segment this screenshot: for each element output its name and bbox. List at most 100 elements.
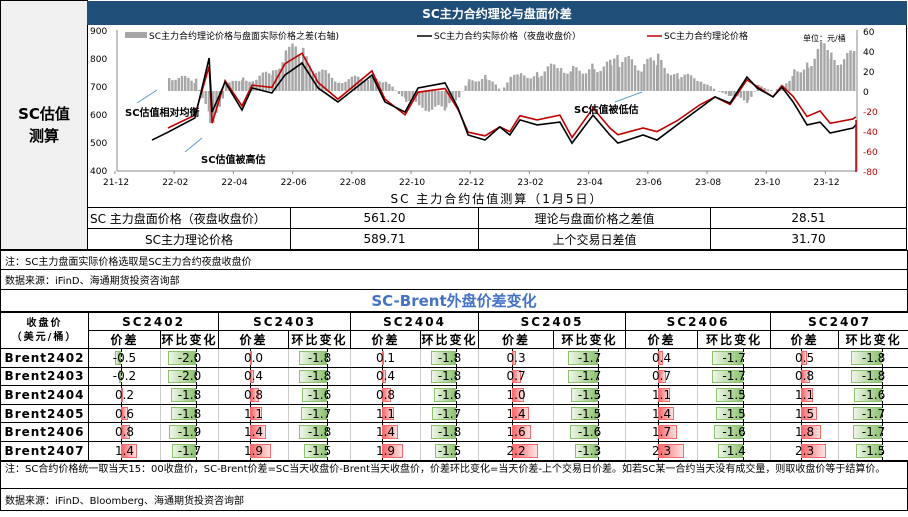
corner-line2: （美元/桶） xyxy=(11,331,78,343)
spread-cell: 1.5 xyxy=(770,403,840,424)
change-value: -1.8 xyxy=(177,406,202,421)
gap-bar xyxy=(769,90,773,91)
gap-bar xyxy=(341,83,344,91)
spread-cell: 2.3 xyxy=(770,440,840,461)
contract-header: SC2403 xyxy=(218,312,352,331)
x-tick-label: 22-02 xyxy=(162,178,188,188)
y-left-tick: 700 xyxy=(90,83,107,93)
gap-bar xyxy=(753,91,756,92)
gap-bar xyxy=(245,80,248,91)
gap-bar xyxy=(405,91,408,102)
change-cell: -1.3 xyxy=(553,440,627,461)
gap-bar xyxy=(833,60,836,91)
gap-bar xyxy=(846,53,849,91)
gap-bar xyxy=(572,66,575,91)
estimate-row-1: SC 主力盘面价格（夜盘收盘价） 561.20 理论与盘面价格之差值 28.51 xyxy=(87,208,907,229)
change-value: -1.6 xyxy=(307,387,332,402)
gap-bar xyxy=(730,91,733,96)
gap-bar xyxy=(656,53,660,91)
chart-svg: 900 800 700 600 500 400 60 40 20 0 -20 -40 -60 -80 21-… xyxy=(90,27,878,188)
change-value: -1.8 xyxy=(437,425,462,440)
gap-bar xyxy=(581,73,585,91)
change-header: 环比变化 xyxy=(838,330,908,349)
spread-cell: 0.4 xyxy=(625,348,699,368)
gap-bar xyxy=(400,91,404,97)
gap-bar xyxy=(816,48,820,91)
change-cell: -1.8 xyxy=(159,385,220,405)
gap-bar xyxy=(712,88,716,91)
gap-bar xyxy=(532,76,536,91)
gap-bar xyxy=(477,81,481,91)
contract-header: SC2404 xyxy=(350,312,480,331)
gap-bar xyxy=(297,54,301,91)
market-price-label: SC 主力盘面价格（夜盘收盘价） xyxy=(88,208,291,228)
change-header: 环比变化 xyxy=(553,330,627,349)
change-value: -1.4 xyxy=(722,443,746,458)
spread-value: 1.4 xyxy=(652,406,672,421)
gap-bar xyxy=(766,89,770,91)
gap-bar xyxy=(696,80,699,91)
spread-value: 1.9 xyxy=(375,443,396,458)
spread-cell: 1.6 xyxy=(478,422,555,442)
change-value: -1.8 xyxy=(861,350,886,365)
gap-bar xyxy=(440,91,443,107)
change-cell: -1.6 xyxy=(420,385,480,405)
spread-cell: 1.8 xyxy=(770,422,840,442)
spread-cell: -0.2 xyxy=(88,366,161,387)
gap-bar xyxy=(706,84,709,91)
gap-bar xyxy=(584,73,588,91)
theory-price-line xyxy=(167,52,857,140)
change-cell: -1.7 xyxy=(288,403,352,424)
change-value: -1.7 xyxy=(722,369,746,384)
spread-value: 1.9 xyxy=(243,443,264,458)
gap-bar xyxy=(445,91,448,108)
gap-bar xyxy=(167,77,171,91)
spread-value: 1.8 xyxy=(795,425,815,440)
gap-value: 28.51 xyxy=(791,211,826,225)
gap-bar xyxy=(241,77,245,91)
gap-bar xyxy=(397,91,401,95)
gap-bar xyxy=(394,90,397,91)
legend-gap: SC主力合约理论价格与盘面实际价格之差(右轴) xyxy=(149,30,339,42)
gap-bar xyxy=(513,74,516,91)
spread-cell: 0.8 xyxy=(770,366,840,387)
gap-bar xyxy=(180,76,184,91)
spread-value: 0.7 xyxy=(652,369,672,384)
gap-bar xyxy=(344,81,347,91)
change-value: -1.5 xyxy=(577,387,602,402)
gap-bar xyxy=(578,70,581,91)
spread-value: 1.1 xyxy=(243,406,264,421)
actual-price-line xyxy=(151,57,857,145)
gap-bar xyxy=(823,43,826,91)
gap-bar xyxy=(637,70,640,91)
gap-bar xyxy=(421,91,424,108)
gap-bar xyxy=(810,65,813,91)
change-header: 环比变化 xyxy=(288,330,352,349)
gap-bar xyxy=(284,53,288,91)
gap-bar xyxy=(494,84,497,91)
gap-bar xyxy=(643,64,646,91)
spread-value: 2.3 xyxy=(652,443,672,458)
prev-gap-value: 31.70 xyxy=(791,232,826,246)
change-cell: -1.8 xyxy=(159,403,220,424)
spread-value: -0.5 xyxy=(112,350,137,365)
gap-bar xyxy=(516,74,519,91)
change-cell: -1.9 xyxy=(159,422,220,442)
spread-value: 0.4 xyxy=(652,350,672,365)
change-cell: -1.5 xyxy=(697,403,772,424)
change-value: -1.7 xyxy=(577,350,602,365)
change-value: -1.7 xyxy=(577,369,602,384)
gap-bar xyxy=(820,42,823,91)
estimate-title-row: SC 主力合约估值测算（1月5日） xyxy=(87,190,907,208)
gap-bar xyxy=(384,82,388,91)
gap-bar xyxy=(640,71,643,91)
change-value: -1.7 xyxy=(722,350,746,365)
spread-cell: 0.0 xyxy=(218,348,290,368)
spread-value: 1.1 xyxy=(652,387,672,402)
y-left-tick: 600 xyxy=(90,111,107,121)
row-label: Brent2402 xyxy=(0,348,89,368)
x-tick-label: 23-12 xyxy=(813,178,839,188)
table-row: Brent2407 1.4 -1.7 1.9 -1.5 1.9 -1.5 2.2 -1.3 2.3… xyxy=(0,440,908,461)
spread-cell: 1.9 xyxy=(350,440,422,461)
gap-bar xyxy=(529,78,532,91)
